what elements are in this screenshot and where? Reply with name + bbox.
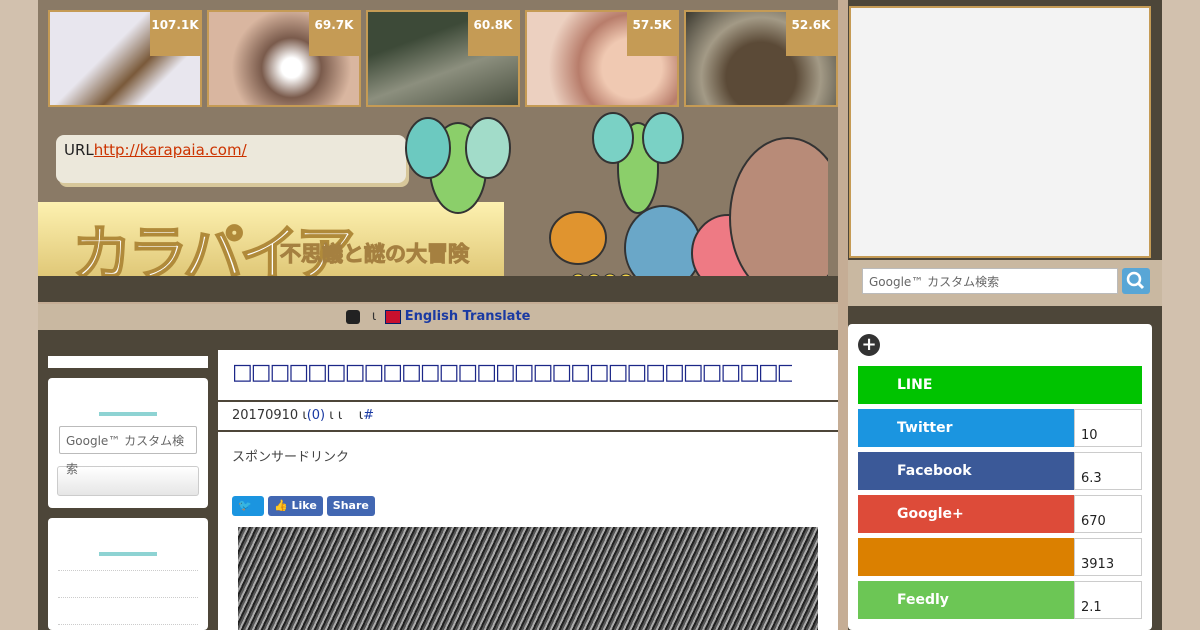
view-count: 57.5K xyxy=(627,12,677,56)
globe-icon xyxy=(345,309,360,324)
share-row-feedly: Feedly 2.1 xyxy=(858,581,1142,619)
feedly-share-count: 2.1 xyxy=(1074,581,1142,619)
article-meta: 20170910 ι(0) ι ι ι# xyxy=(232,408,374,423)
thumbnail-3[interactable]: 60.8K xyxy=(366,10,520,107)
googleplus-share-count: 670 xyxy=(1074,495,1142,533)
view-count: 107.1K xyxy=(150,12,200,56)
facebook-share-button[interactable]: Share xyxy=(326,496,375,516)
thumbnail-1[interactable]: 107.1K xyxy=(48,10,202,107)
article: □□□□□□□□□□□□□□□□□□□□□□□□□□□□□□□□□□□□□□ 2… xyxy=(218,350,838,630)
title-divider xyxy=(218,400,838,402)
article-date: 20170910 xyxy=(232,408,299,423)
facebook-like-button[interactable]: 👍 Like xyxy=(268,496,323,516)
header-bottom-bar xyxy=(38,276,838,302)
tweet-button[interactable]: 🐦 xyxy=(232,496,264,516)
bookmark-share-button[interactable] xyxy=(858,538,1074,576)
view-count: 52.6K xyxy=(786,12,836,56)
share-row-line: LINE xyxy=(858,366,1142,404)
share-buttons: 🐦 👍 Like Share xyxy=(232,496,375,516)
view-count: 60.8K xyxy=(468,12,518,56)
search-button[interactable] xyxy=(1122,268,1150,294)
left-list-widget xyxy=(48,518,208,630)
site-url-link[interactable]: http://karapaia.com/ xyxy=(94,141,247,159)
list-divider xyxy=(58,624,198,625)
meta-separator: ι ι xyxy=(329,408,343,423)
article-main-image xyxy=(238,527,818,630)
search-icon xyxy=(1126,271,1145,290)
url-prefix: URL xyxy=(64,141,94,159)
share-row-googleplus: Google+ 670 xyxy=(858,495,1142,533)
thumbnail-5[interactable]: 52.6K xyxy=(684,10,838,107)
sponsored-link-label: スポンサードリンク xyxy=(232,450,350,465)
line-share-button[interactable]: LINE xyxy=(858,366,1142,404)
left-search-widget: Google™ カスタム検索 xyxy=(48,378,208,508)
right-search-input[interactable]: Google™ カスタム検索 xyxy=(862,268,1118,294)
facebook-share-button-side[interactable]: Facebook xyxy=(858,452,1074,490)
url-box: URLhttp://karapaia.com/ xyxy=(56,135,406,183)
popular-thumbnails: 107.1K 69.7K 60.8K 57.5K 52.6K xyxy=(48,10,838,107)
feedly-share-button[interactable]: Feedly xyxy=(858,581,1074,619)
left-search-button[interactable] xyxy=(57,466,199,496)
thumbnail-4[interactable]: 57.5K xyxy=(525,10,679,107)
twitter-share-count: 10 xyxy=(1074,409,1142,447)
share-row-twitter: Twitter 10 xyxy=(858,409,1142,447)
article-title[interactable]: □□□□□□□□□□□□□□□□□□□□□□□□□□□□□□□□□□□□□□ xyxy=(232,360,792,385)
view-count: 69.7K xyxy=(309,12,359,56)
ad-placeholder xyxy=(849,6,1151,258)
left-search-input[interactable]: Google™ カスタム検索 xyxy=(59,426,197,476)
translate-separator: ι xyxy=(371,309,377,324)
uk-flag-icon xyxy=(384,309,401,324)
share-row-facebook: Facebook 6.3 xyxy=(858,452,1142,490)
twitter-share-button[interactable]: Twitter xyxy=(858,409,1074,447)
comment-count-link[interactable]: (0) xyxy=(307,408,325,423)
translate-bar: ι English Translate xyxy=(38,304,838,330)
meta-divider xyxy=(218,430,838,432)
left-sidebar-top xyxy=(48,356,208,368)
mascot-illustration xyxy=(405,112,828,298)
facebook-share-count: 6.3 xyxy=(1074,452,1142,490)
plus-icon[interactable]: + xyxy=(858,334,880,356)
bookmark-share-count: 3913 xyxy=(1074,538,1142,576)
thumbnail-2[interactable]: 69.7K xyxy=(207,10,361,107)
hash-link[interactable]: # xyxy=(363,408,374,423)
share-row-bookmark: 3913 xyxy=(858,538,1142,576)
googleplus-share-button[interactable]: Google+ xyxy=(858,495,1074,533)
site-header: 107.1K 69.7K 60.8K 57.5K 52.6K URLhttp:/… xyxy=(38,0,838,302)
english-translate-link[interactable]: English Translate xyxy=(405,309,531,324)
